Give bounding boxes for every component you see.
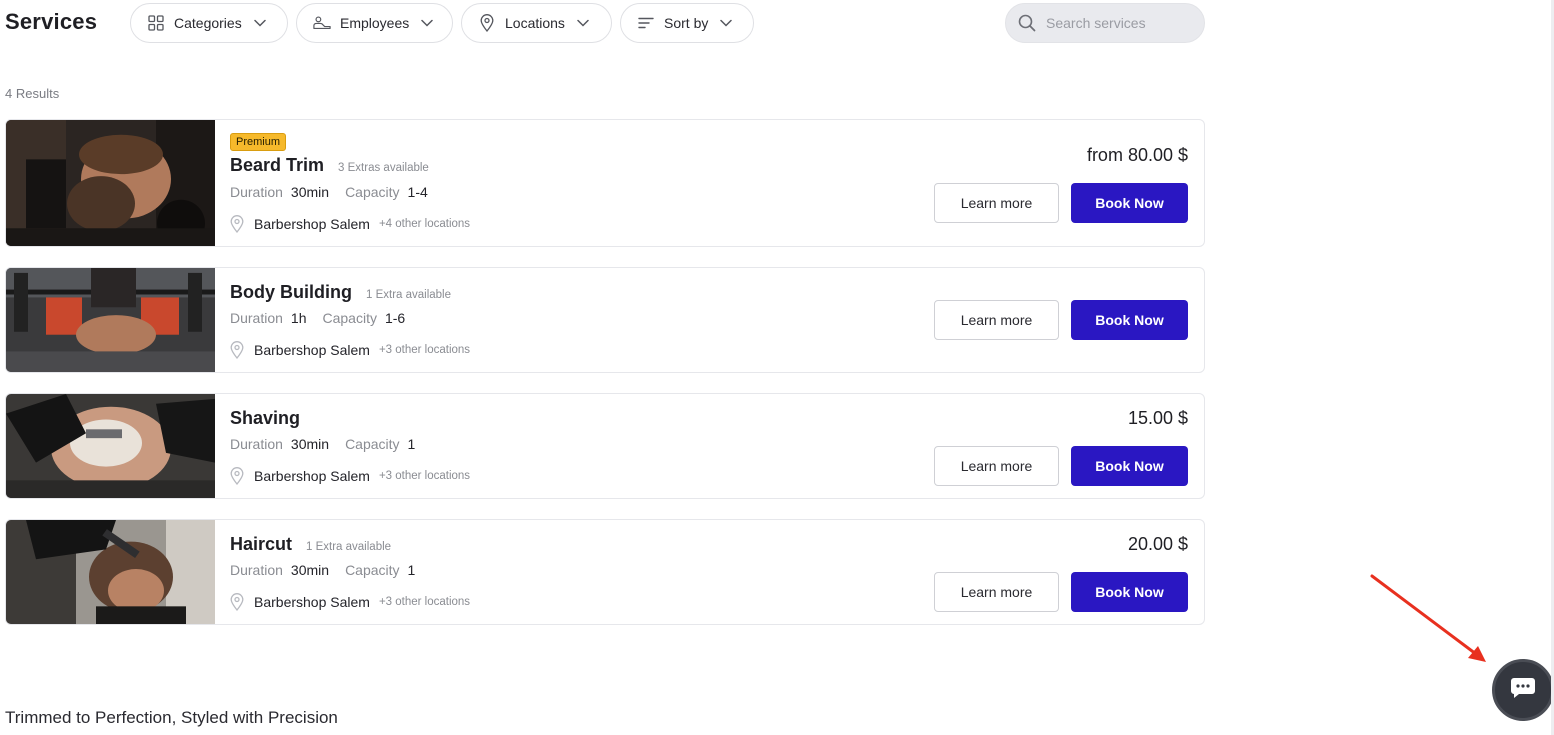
duration-value: 30min bbox=[290, 184, 330, 200]
other-locations-link[interactable]: +3 other locations bbox=[379, 470, 470, 482]
toolbar: Services Categories Employees Locations … bbox=[0, 0, 1210, 46]
duration-value: 30min bbox=[290, 436, 330, 452]
learn-more-button[interactable]: Learn more bbox=[934, 446, 1059, 486]
service-image bbox=[6, 520, 215, 624]
extras-label: 3 Extras available bbox=[338, 162, 429, 174]
capacity-label: Capacity bbox=[345, 562, 400, 578]
service-name: Body Building bbox=[230, 282, 352, 302]
filter-employees[interactable]: Employees bbox=[296, 3, 453, 43]
sort-icon bbox=[637, 14, 655, 32]
grid-icon bbox=[147, 14, 165, 32]
location-pin-icon bbox=[230, 215, 246, 233]
annotation-arrow-icon bbox=[1370, 574, 1486, 662]
results-count: 4 Results bbox=[5, 86, 60, 101]
duration-value: 30min bbox=[290, 562, 330, 578]
service-price: 20.00 $ bbox=[1127, 534, 1188, 554]
capacity-value: 1-6 bbox=[384, 310, 406, 326]
service-name: Shaving bbox=[230, 408, 301, 428]
location-pin-icon bbox=[230, 467, 246, 485]
extras-label: 1 Extra available bbox=[365, 289, 452, 301]
duration-label: Duration bbox=[230, 562, 283, 578]
filter-locations[interactable]: Locations bbox=[461, 3, 612, 43]
employees-icon bbox=[313, 14, 331, 32]
filter-categories[interactable]: Categories bbox=[130, 3, 288, 43]
filter-label: Sort by bbox=[664, 15, 709, 31]
chevron-down-icon bbox=[720, 17, 733, 29]
capacity-value: 1 bbox=[407, 436, 416, 452]
chevron-down-icon bbox=[421, 17, 434, 29]
service-name: Haircut bbox=[230, 534, 293, 554]
capacity-value: 1 bbox=[407, 562, 416, 578]
learn-more-button[interactable]: Learn more bbox=[934, 300, 1059, 340]
duration-label: Duration bbox=[230, 436, 283, 452]
book-now-button[interactable]: Book Now bbox=[1071, 183, 1188, 223]
service-card: Premium Beard Trim 3 Extras available Du… bbox=[5, 119, 1205, 247]
location-pin-icon bbox=[230, 341, 246, 359]
capacity-label: Capacity bbox=[322, 310, 377, 326]
filter-label: Locations bbox=[505, 15, 565, 31]
capacity-value: 1-4 bbox=[407, 184, 428, 200]
search-box[interactable] bbox=[1005, 3, 1205, 43]
service-image bbox=[6, 268, 215, 372]
extras-label: 1 Extra available bbox=[306, 541, 392, 553]
service-price: 15.00 $ bbox=[1127, 408, 1188, 428]
service-card: Shaving Duration 30min Capacity 1 Barber… bbox=[5, 393, 1205, 499]
page-title: Services bbox=[5, 9, 98, 34]
location-pin-icon bbox=[478, 14, 496, 32]
learn-more-button[interactable]: Learn more bbox=[934, 572, 1059, 612]
service-card: Body Building 1 Extra available Duration… bbox=[5, 267, 1205, 373]
location-pin-icon bbox=[230, 593, 246, 611]
premium-badge: Premium bbox=[230, 133, 287, 151]
capacity-label: Capacity bbox=[345, 184, 400, 200]
other-locations-link[interactable]: +3 other locations bbox=[379, 344, 470, 356]
service-card: Haircut 1 Extra available Duration 30min… bbox=[5, 519, 1205, 625]
footer-tagline: Trimmed to Perfection, Styled with Preci… bbox=[5, 708, 338, 727]
service-image bbox=[6, 120, 215, 246]
learn-more-button[interactable]: Learn more bbox=[934, 183, 1059, 223]
search-icon bbox=[1018, 14, 1036, 32]
filter-label: Employees bbox=[340, 15, 410, 31]
book-now-button[interactable]: Book Now bbox=[1071, 572, 1188, 612]
chat-bubble-icon bbox=[1510, 676, 1536, 705]
book-now-button[interactable]: Book Now bbox=[1071, 446, 1188, 486]
capacity-label: Capacity bbox=[345, 436, 400, 452]
location-name: Barbershop Salem bbox=[254, 468, 370, 484]
duration-label: Duration bbox=[230, 184, 283, 200]
sort-by-dropdown[interactable]: Sort by bbox=[620, 3, 754, 43]
other-locations-link[interactable]: +4 other locations bbox=[379, 218, 470, 230]
chevron-down-icon bbox=[577, 17, 589, 29]
location-name: Barbershop Salem bbox=[254, 216, 370, 232]
location-name: Barbershop Salem bbox=[254, 342, 370, 358]
location-name: Barbershop Salem bbox=[254, 594, 370, 610]
service-image bbox=[6, 394, 215, 498]
service-price: from 80.00 $ bbox=[1086, 145, 1188, 165]
search-input[interactable] bbox=[1046, 15, 1196, 31]
duration-label: Duration bbox=[230, 310, 283, 326]
chat-button[interactable] bbox=[1492, 659, 1554, 721]
service-name: Beard Trim bbox=[230, 155, 325, 175]
duration-value: 1h bbox=[290, 310, 307, 326]
chevron-down-icon bbox=[253, 17, 266, 29]
filter-label: Categories bbox=[174, 15, 242, 31]
book-now-button[interactable]: Book Now bbox=[1071, 300, 1188, 340]
other-locations-link[interactable]: +3 other locations bbox=[379, 596, 470, 608]
